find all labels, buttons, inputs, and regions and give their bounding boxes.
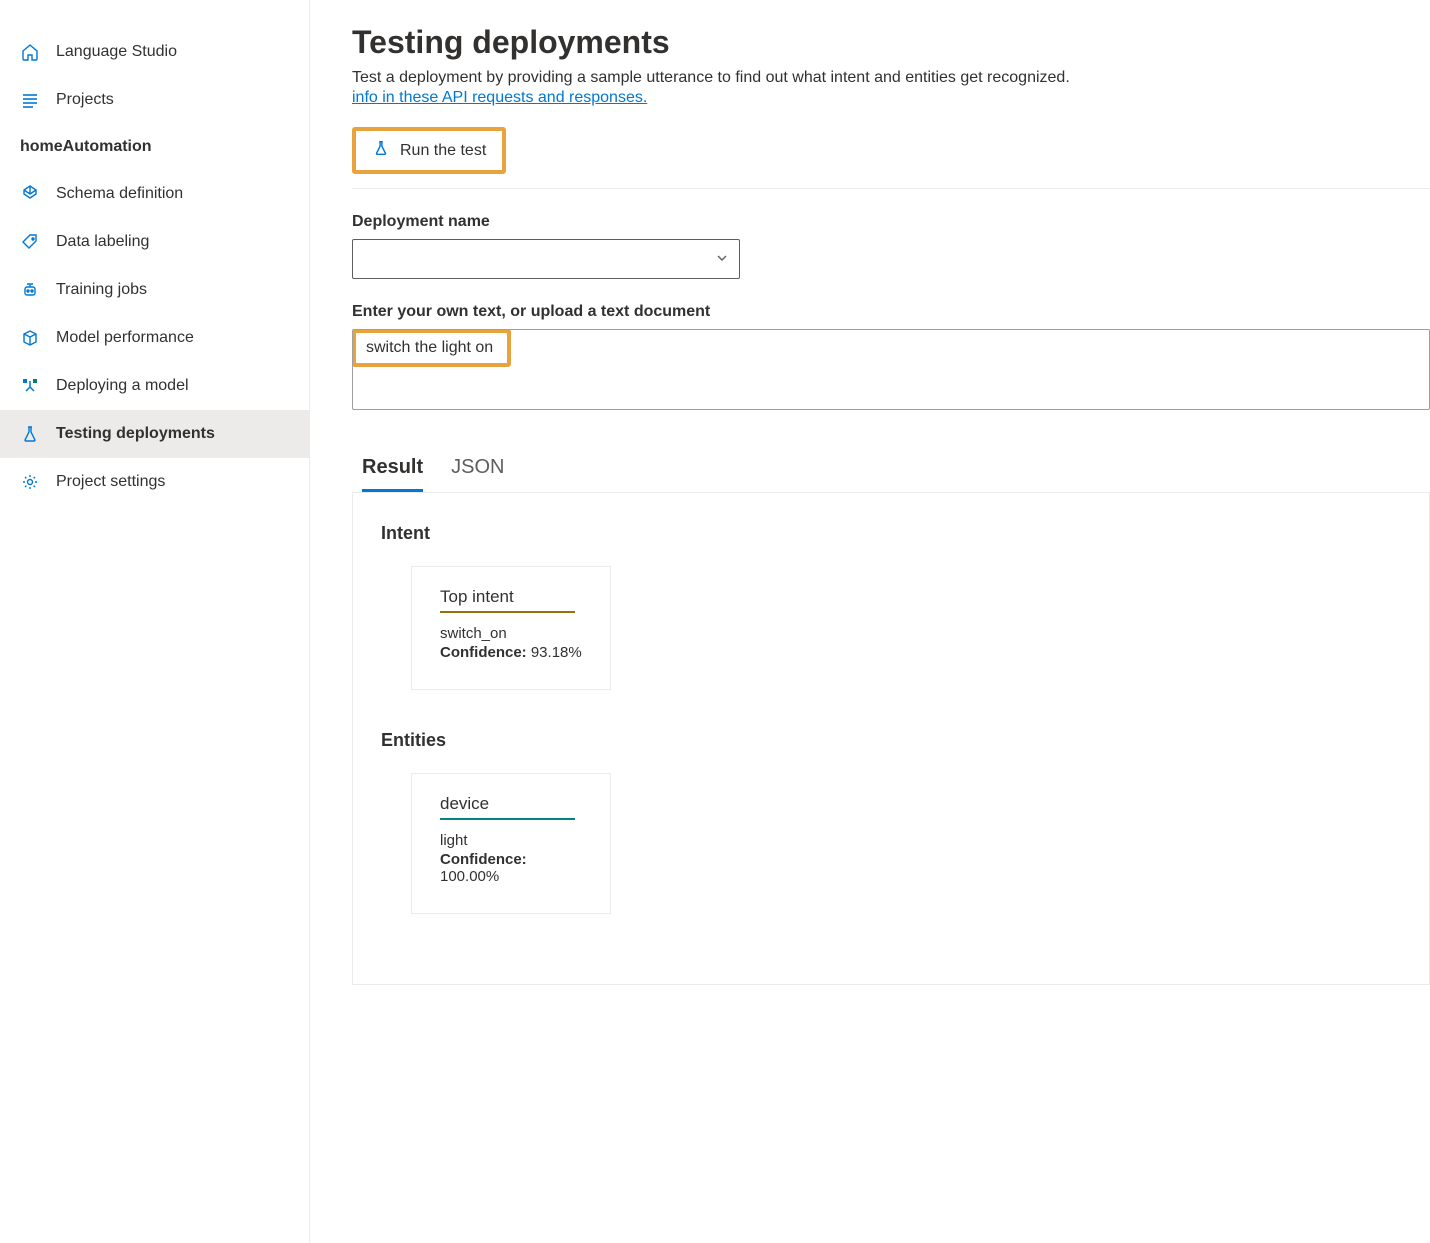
robot-icon: [20, 280, 40, 300]
confidence-label: Confidence:: [440, 851, 527, 868]
text-input-label: Enter your own text, or upload a text do…: [352, 303, 1430, 321]
run-test-button[interactable]: Run the test: [352, 127, 506, 174]
nav-model-performance[interactable]: Model performance: [0, 314, 309, 362]
project-name: homeAutomation: [0, 124, 309, 170]
nav-label: Model performance: [56, 329, 194, 347]
nav-testing-deployments[interactable]: Testing deployments: [0, 410, 309, 458]
nav-deploying-model[interactable]: Deploying a model: [0, 362, 309, 410]
entity-confidence: Confidence: 100.00%: [440, 851, 582, 885]
utterance-highlight: switch the light on: [352, 329, 511, 367]
utterance-value: switch the light on: [366, 339, 493, 356]
deployment-name-label: Deployment name: [352, 213, 1430, 231]
text-input-section: Enter your own text, or upload a text do…: [352, 303, 1430, 410]
page-title: Testing deployments: [352, 24, 1430, 61]
confidence-label: Confidence:: [440, 644, 527, 661]
gear-icon: [20, 472, 40, 492]
sidebar: Language Studio Projects homeAutomation …: [0, 0, 310, 1243]
nav-label: Training jobs: [56, 281, 147, 299]
entities-section-header: Entities: [381, 730, 1401, 751]
deployment-name-select[interactable]: [352, 239, 740, 279]
nav-label: Language Studio: [56, 43, 177, 61]
intent-section-header: Intent: [381, 523, 1401, 544]
run-test-label: Run the test: [400, 142, 486, 160]
api-info-link[interactable]: info in these API requests and responses…: [352, 89, 647, 106]
page-description: Test a deployment by providing a sample …: [352, 69, 1430, 87]
deployment-name-section: Deployment name: [352, 213, 1430, 279]
nav-label: Project settings: [56, 473, 165, 491]
nav-schema-definition[interactable]: Schema definition: [0, 170, 309, 218]
nav-data-labeling[interactable]: Data labeling: [0, 218, 309, 266]
nav-projects[interactable]: Projects: [0, 76, 309, 124]
top-intent-card: Top intent switch_on Confidence: 93.18%: [411, 566, 611, 690]
entity-title: device: [440, 794, 575, 820]
result-pane: Intent Top intent switch_on Confidence: …: [352, 493, 1430, 985]
tag-icon: [20, 232, 40, 252]
nav-label: Projects: [56, 91, 114, 109]
flask-icon: [20, 424, 40, 444]
flask-icon: [372, 139, 390, 162]
tab-result[interactable]: Result: [362, 456, 423, 492]
nav-label: Deploying a model: [56, 377, 189, 395]
tab-json[interactable]: JSON: [451, 456, 504, 492]
top-intent-title: Top intent: [440, 587, 575, 613]
nav-training-jobs[interactable]: Training jobs: [0, 266, 309, 314]
utterance-textarea[interactable]: switch the light on: [352, 329, 1430, 410]
nav-project-settings[interactable]: Project settings: [0, 458, 309, 506]
schema-icon: [20, 184, 40, 204]
top-intent-value: switch_on: [440, 625, 582, 642]
top-intent-confidence: Confidence: 93.18%: [440, 644, 582, 661]
main-content: Testing deployments Test a deployment by…: [310, 0, 1430, 1243]
nav-label: Schema definition: [56, 185, 183, 203]
nav-label: Testing deployments: [56, 425, 215, 443]
deploy-icon: [20, 376, 40, 396]
confidence-value: 93.18%: [531, 644, 582, 661]
toolbar: Run the test: [352, 127, 1430, 189]
deployment-name-select-wrap: [352, 239, 740, 279]
nav-label: Data labeling: [56, 233, 149, 251]
result-tabs: Result JSON: [352, 456, 1430, 493]
cube-icon: [20, 328, 40, 348]
entity-card: device light Confidence: 100.00%: [411, 773, 611, 914]
entity-value: light: [440, 832, 582, 849]
nav-language-studio[interactable]: Language Studio: [0, 28, 309, 76]
home-icon: [20, 42, 40, 62]
confidence-value: 100.00%: [440, 868, 499, 885]
list-icon: [20, 90, 40, 110]
